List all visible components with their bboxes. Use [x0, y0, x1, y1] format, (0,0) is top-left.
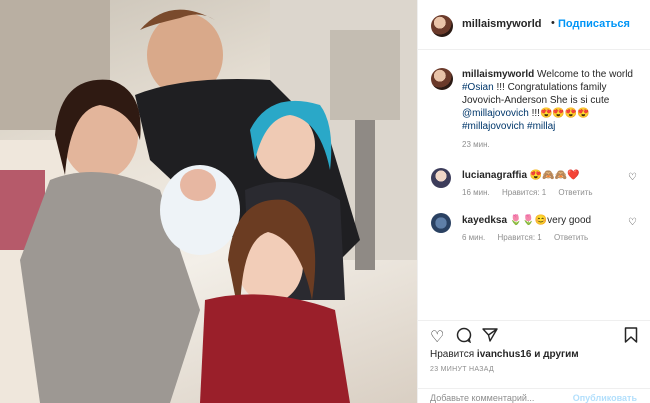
comment-text: kayedksa 🌷🌷😊very good [462, 215, 591, 226]
monitor [330, 30, 400, 120]
caption-text-3: !!!😍😍😍😍 [531, 108, 590, 119]
comment-like-icon[interactable]: ♡ [628, 172, 637, 183]
hashtags-end[interactable]: #millajovovich #millaj [462, 121, 555, 132]
comment-text: lucianagraffia 😍🙈🙈❤️ [462, 170, 580, 181]
caption-username[interactable]: millaismyworld [462, 69, 534, 80]
comment-time: 6 мин. [462, 233, 486, 242]
stand [355, 120, 375, 270]
comment-likes[interactable]: Нравится: 1 [498, 233, 542, 242]
comment-username[interactable]: kayedksa [462, 215, 507, 226]
commenter-avatar[interactable] [431, 168, 451, 188]
caption-text-1: Welcome to the world [537, 69, 633, 80]
share-icon[interactable] [482, 327, 498, 348]
hashtag-osian[interactable]: #Osian [462, 82, 494, 93]
likes-user[interactable]: ivanchus16 [477, 349, 531, 360]
comment-reply[interactable]: Ответить [558, 188, 592, 197]
add-comment-input[interactable]: Добавьте комментарий... [430, 393, 534, 403]
heart-icon[interactable]: ♡ [430, 327, 444, 347]
post-side-panel: millaismyworld • Подписаться millaismywo… [417, 0, 650, 403]
photo-illustration [0, 0, 417, 403]
comment-likes[interactable]: Нравится: 1 [502, 188, 546, 197]
bookmark-icon[interactable] [624, 327, 638, 348]
caption-avatar[interactable] [431, 68, 453, 90]
comment-item: lucianagraffia 😍🙈🙈❤️ 16 мин. Нравится: 1… [418, 168, 650, 208]
likes-summary: Нравится ivanchus16 и другим [430, 349, 579, 360]
mention-millajovovich[interactable]: @millajovovich [462, 108, 529, 119]
add-comment-bar: Добавьте комментарий... Опубликовать [418, 388, 650, 403]
post-time: 23 МИНУТ НАЗАД [430, 366, 495, 373]
likes-prefix: Нравится [430, 349, 475, 360]
comment-time: 16 мин. [462, 188, 490, 197]
comment-body: 🌷🌷😊very good [509, 215, 592, 226]
commenter-avatar[interactable] [431, 213, 451, 233]
likes-suffix[interactable]: и другим [534, 349, 579, 360]
post-actions: ♡ [418, 320, 650, 350]
comment-username[interactable]: lucianagraffia [462, 170, 527, 181]
comment-meta: 6 мин. Нравится: 1 Ответить [462, 233, 598, 242]
comment-icon[interactable] [456, 327, 472, 348]
comment-item: kayedksa 🌷🌷😊very good 6 мин. Нравится: 1… [418, 213, 650, 253]
post-header: millaismyworld • Подписаться [418, 0, 650, 50]
author-username[interactable]: millaismyworld [462, 18, 541, 30]
author-avatar[interactable] [431, 15, 453, 37]
comment-meta: 16 мин. Нравится: 1 Ответить [462, 188, 603, 197]
publish-button[interactable]: Опубликовать [573, 393, 637, 403]
comment-reply[interactable]: Ответить [554, 233, 588, 242]
comment-body: 😍🙈🙈❤️ [529, 170, 580, 181]
caption-time: 23 мин. [462, 140, 490, 149]
separator-dot: • [551, 17, 555, 29]
post-photo[interactable] [0, 0, 417, 403]
girl-red-dress [200, 294, 350, 403]
comment-like-icon[interactable]: ♡ [628, 217, 637, 228]
caption-text: millaismyworld Welcome to the world #Osi… [462, 68, 642, 133]
baby-face [180, 169, 216, 201]
follow-button[interactable]: Подписаться [558, 18, 630, 30]
